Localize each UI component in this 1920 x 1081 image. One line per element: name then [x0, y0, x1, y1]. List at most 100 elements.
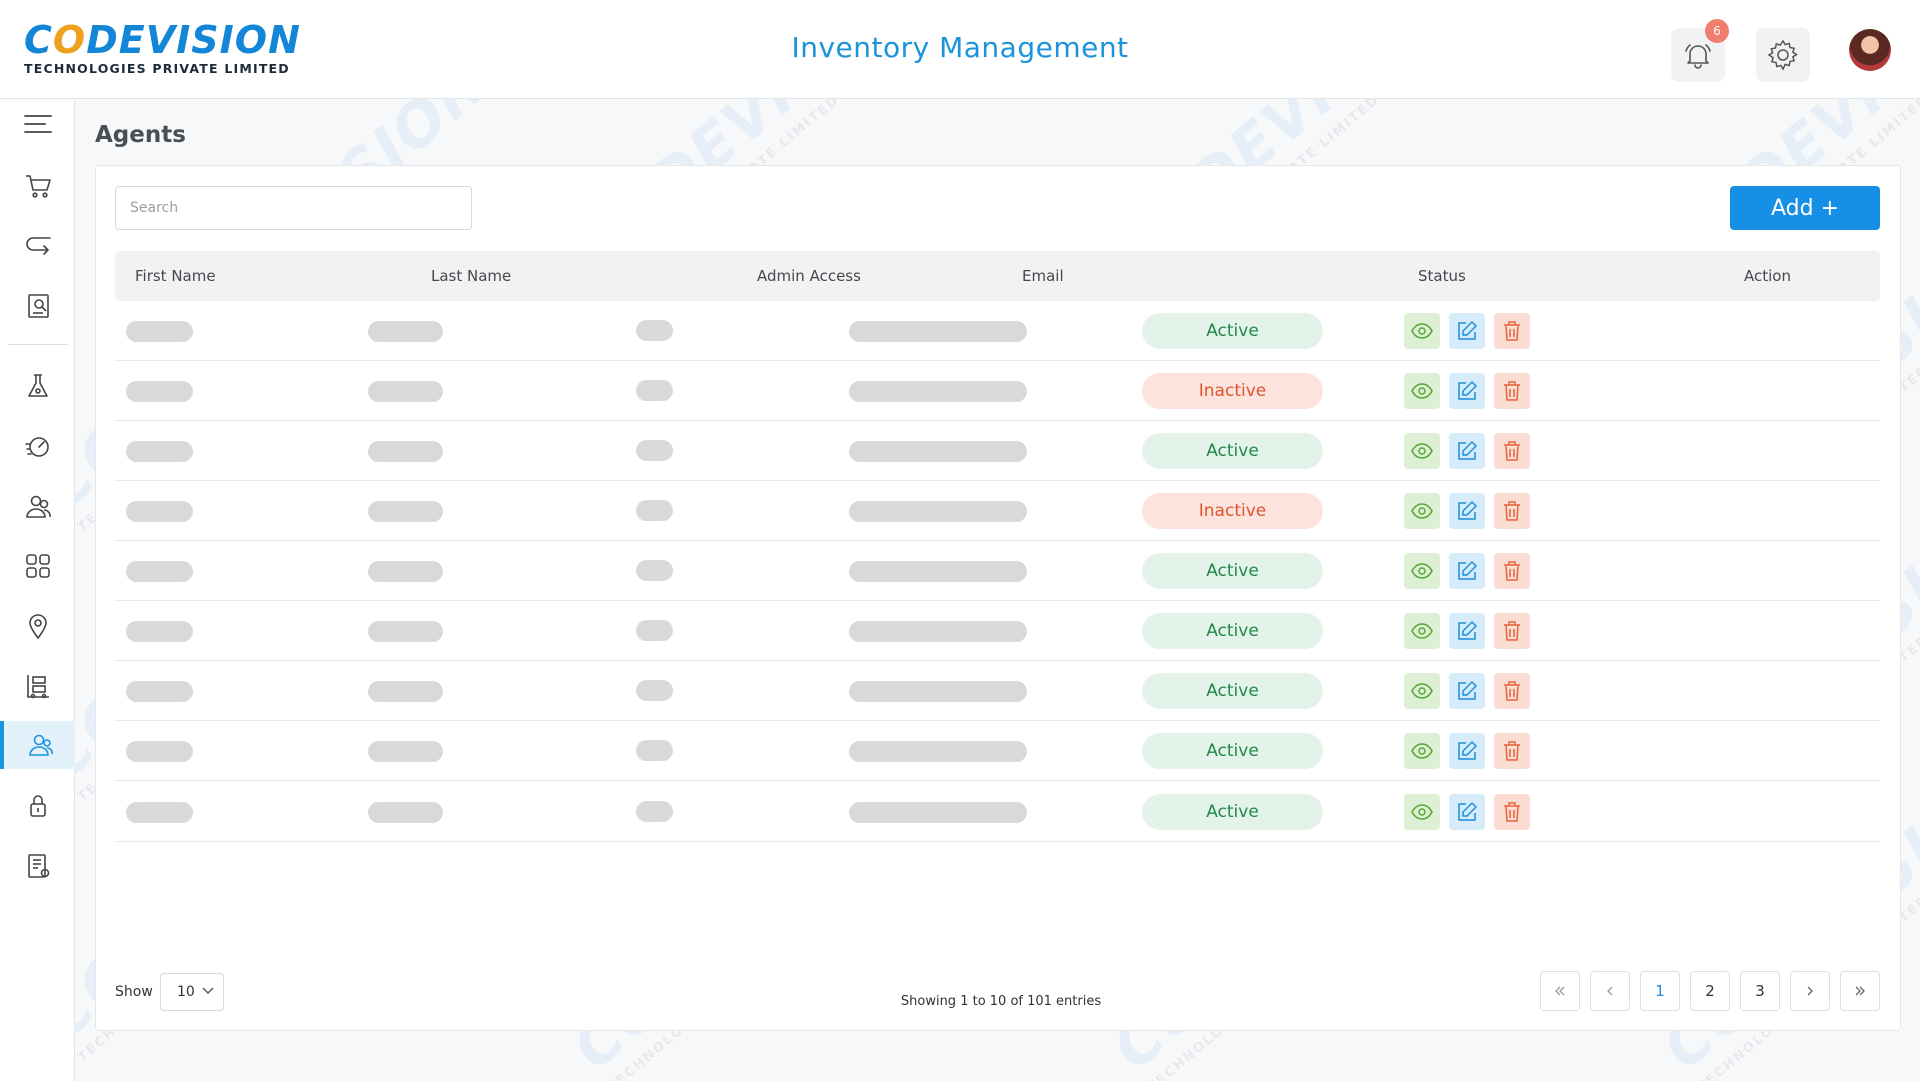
first-name-placeholder: [126, 802, 193, 823]
page-title: Agents: [95, 122, 186, 148]
first-page-button[interactable]: [1540, 971, 1580, 1011]
edit-button[interactable]: [1449, 373, 1485, 409]
sidebar-item-reports[interactable]: [0, 282, 75, 330]
trash-icon: [1504, 321, 1520, 341]
edit-icon: [1458, 741, 1477, 760]
delete-button[interactable]: [1494, 553, 1530, 589]
admin-access-placeholder: [636, 380, 673, 401]
next-page-button[interactable]: [1790, 971, 1830, 1011]
delete-button[interactable]: [1494, 733, 1530, 769]
email-placeholder: [849, 501, 1027, 522]
edit-button[interactable]: [1449, 433, 1485, 469]
table-row: Active: [115, 782, 1880, 842]
view-button[interactable]: [1404, 313, 1440, 349]
table-row: Active: [115, 421, 1880, 481]
eye-icon: [1411, 383, 1433, 399]
delete-button[interactable]: [1494, 794, 1530, 830]
add-agent-button[interactable]: Add +: [1730, 186, 1880, 230]
settings-button[interactable]: [1756, 28, 1810, 82]
edit-button[interactable]: [1449, 794, 1485, 830]
edit-button[interactable]: [1449, 673, 1485, 709]
last-name-placeholder: [368, 681, 443, 702]
last-name-placeholder: [368, 381, 443, 402]
first-name-placeholder: [126, 561, 193, 582]
sidebar-menu-toggle[interactable]: [0, 100, 75, 148]
notifications-button[interactable]: 6: [1671, 19, 1729, 82]
dashboard-speed-icon: [24, 437, 49, 457]
page-button-1[interactable]: 1: [1640, 971, 1680, 1011]
eye-icon: [1411, 623, 1433, 639]
eye-icon: [1411, 683, 1433, 699]
delete-button[interactable]: [1494, 313, 1530, 349]
sidebar-item-customers[interactable]: [0, 482, 75, 530]
delete-button[interactable]: [1494, 493, 1530, 529]
trash-icon: [1504, 501, 1520, 521]
agents-table-card: Add + First Name Last Name Admin Access …: [95, 165, 1901, 1031]
admin-access-placeholder: [636, 680, 673, 701]
view-button[interactable]: [1404, 733, 1440, 769]
edit-button[interactable]: [1449, 553, 1485, 589]
edit-button[interactable]: [1449, 733, 1485, 769]
table-row: Active: [115, 721, 1880, 781]
sidebar-item-security[interactable]: [0, 782, 75, 830]
sidebar-item-performance[interactable]: [0, 422, 75, 470]
status-badge: Active: [1142, 794, 1323, 830]
edit-icon: [1458, 321, 1477, 340]
gear-icon: [1767, 39, 1798, 71]
edit-button[interactable]: [1449, 313, 1485, 349]
page-button-2[interactable]: 2: [1690, 971, 1730, 1011]
view-button[interactable]: [1404, 553, 1440, 589]
edit-icon: [1458, 681, 1477, 700]
sidebar-item-categories[interactable]: [0, 542, 75, 590]
page-button-3[interactable]: 3: [1740, 971, 1780, 1011]
sidebar-item-logs[interactable]: [0, 842, 75, 890]
column-header-first-name: First Name: [135, 267, 216, 285]
edit-icon: [1458, 802, 1477, 821]
first-name-placeholder: [126, 321, 193, 342]
sidebar-item-agents[interactable]: [0, 721, 75, 769]
admin-access-placeholder: [636, 320, 673, 341]
edit-button[interactable]: [1449, 493, 1485, 529]
edit-button[interactable]: [1449, 613, 1485, 649]
email-placeholder: [849, 621, 1027, 642]
sidebar-item-locations[interactable]: [0, 602, 75, 650]
view-button[interactable]: [1404, 433, 1440, 469]
status-badge: Active: [1142, 613, 1323, 649]
grid-icon: [25, 554, 50, 578]
last-name-placeholder: [368, 501, 443, 522]
email-placeholder: [849, 321, 1027, 342]
first-name-placeholder: [126, 741, 193, 762]
view-button[interactable]: [1404, 673, 1440, 709]
delete-button[interactable]: [1494, 373, 1530, 409]
edit-icon: [1458, 621, 1477, 640]
status-badge: Active: [1142, 733, 1323, 769]
edit-icon: [1458, 381, 1477, 400]
table-row: Inactive: [115, 481, 1880, 541]
prev-page-button[interactable]: [1590, 971, 1630, 1011]
delete-button[interactable]: [1494, 613, 1530, 649]
view-button[interactable]: [1404, 493, 1440, 529]
view-button[interactable]: [1404, 373, 1440, 409]
sidebar-item-warehouse[interactable]: [0, 662, 75, 710]
return-icon: [25, 237, 51, 255]
sidebar-item-returns[interactable]: [0, 222, 75, 270]
status-badge: Active: [1142, 313, 1323, 349]
admin-access-placeholder: [636, 801, 673, 822]
search-input[interactable]: [115, 186, 472, 230]
delete-button[interactable]: [1494, 673, 1530, 709]
last-page-button[interactable]: [1840, 971, 1880, 1011]
report-icon: [27, 294, 49, 318]
user-avatar[interactable]: [1849, 29, 1891, 71]
eye-icon: [1411, 323, 1433, 339]
trash-icon: [1504, 802, 1520, 822]
sidebar-item-orders[interactable]: [0, 162, 75, 210]
sidebar-divider: [8, 344, 68, 345]
view-button[interactable]: [1404, 613, 1440, 649]
first-name-placeholder: [126, 621, 193, 642]
delete-button[interactable]: [1494, 433, 1530, 469]
entries-info: Showing 1 to 10 of 101 entries: [900, 994, 1102, 1009]
status-badge: Inactive: [1142, 493, 1323, 529]
eye-icon: [1411, 503, 1433, 519]
sidebar-item-lab[interactable]: [0, 362, 75, 410]
view-button[interactable]: [1404, 794, 1440, 830]
